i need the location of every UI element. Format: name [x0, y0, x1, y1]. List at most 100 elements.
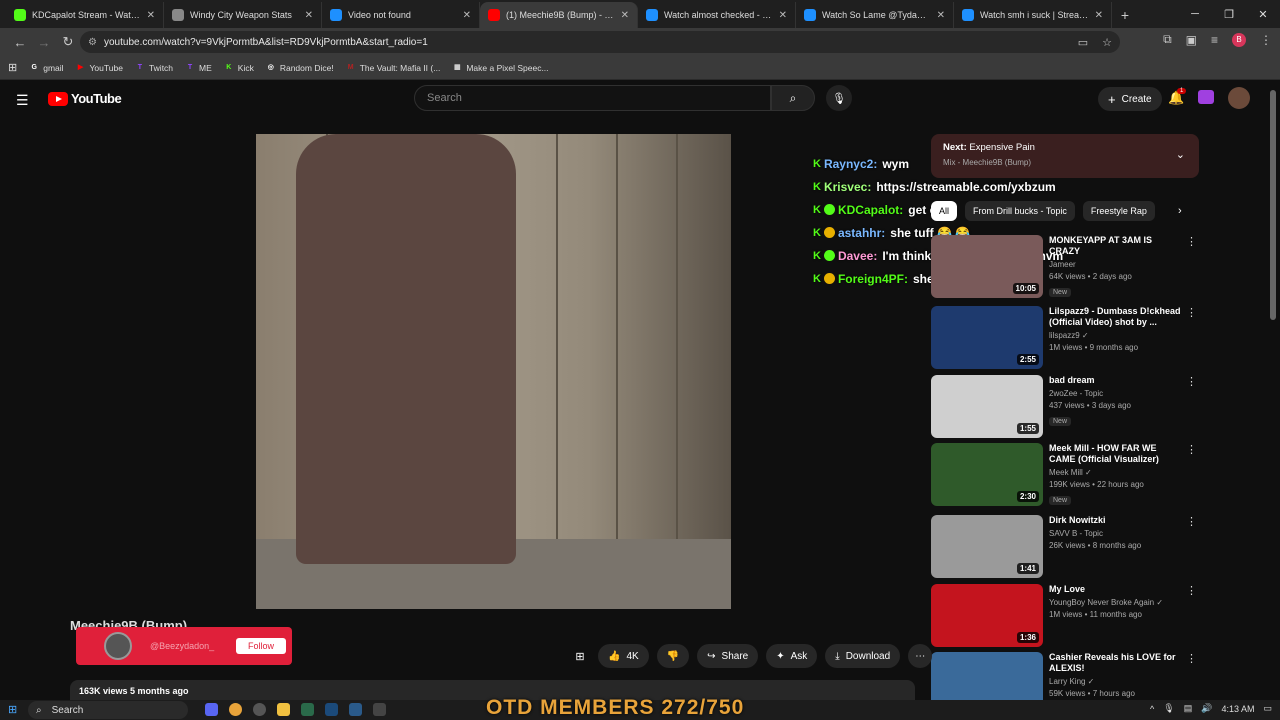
channel-name[interactable]: lilspazz9 ✓	[1049, 331, 1184, 340]
recommended-video[interactable]: 2:55 Lilspazz9 - Dumbass D!ckhead (Offic…	[931, 306, 1199, 370]
recommended-video[interactable]: 2:30 Meek Mill - HOW FAR WE CAME (Offici…	[931, 443, 1199, 507]
steam-alt-icon[interactable]	[349, 703, 362, 716]
video-thumbnail[interactable]: 1:55	[931, 375, 1043, 438]
studio-icon[interactable]	[1198, 90, 1214, 104]
channel-name[interactable]: Jameer	[1049, 260, 1184, 269]
video-thumbnail[interactable]: 10:05	[931, 235, 1043, 298]
more-options-icon[interactable]: ⋮	[1186, 652, 1197, 665]
recommended-video[interactable]: 1:41 Dirk Nowitzki SAVV B - Topic 26K vi…	[931, 515, 1199, 579]
clock-time[interactable]: 4:13 AM	[1221, 704, 1254, 714]
tray-chevron-icon[interactable]: ^	[1150, 704, 1154, 714]
dislike-button[interactable]: 👎	[656, 644, 690, 668]
video-thumbnail[interactable]: 1:41	[931, 515, 1043, 578]
url-field[interactable]: ⚙ youtube.com/watch?v=9VkjPormtbA&list=R…	[80, 31, 1120, 53]
recommended-video[interactable]: 1:36 My Love YoungBoy Never Broke Again …	[931, 584, 1199, 648]
youtube-logo[interactable]: YouTube	[48, 91, 122, 106]
bookmark-item[interactable]: M The Vault: Mafia II (...	[346, 63, 441, 73]
share-button[interactable]: ↪ Share	[697, 644, 759, 668]
channel-name[interactable]: YoungBoy Never Broke Again ✓	[1049, 598, 1184, 607]
close-tab-icon[interactable]: ✕	[937, 10, 945, 21]
browser-tab[interactable]: Watch almost checked - ray | Streamable ✕	[638, 2, 796, 28]
browser-tab[interactable]: KDCapalot Stream - Watch Live ✕	[6, 2, 164, 28]
bookmark-item[interactable]: ▦ Make a Pixel Speec...	[452, 63, 549, 73]
extensions-icon[interactable]: ⧉	[1163, 32, 1172, 47]
close-window-button[interactable]: ✕	[1246, 0, 1280, 28]
filter-chip[interactable]: All	[931, 201, 958, 221]
voice-search-button[interactable]: 🎙	[826, 85, 852, 111]
recommended-video[interactable]: 10:05 MONKEYAPP AT 3AM IS CRAZY Jameer 6…	[931, 235, 1199, 299]
ask-button[interactable]: ✦ Ask	[766, 644, 818, 668]
pin-icon[interactable]	[373, 703, 386, 716]
network-icon[interactable]: ▤	[1184, 703, 1193, 714]
close-tab-icon[interactable]: ✕	[621, 10, 629, 21]
channel-name[interactable]: Meek Mill ✓	[1049, 468, 1184, 477]
video-title[interactable]: Cashier Reveals his LOVE for ALEXIS!	[1049, 652, 1184, 674]
sidepanel-icon[interactable]: ▣	[1186, 33, 1197, 47]
more-options-icon[interactable]: ⋮	[1186, 375, 1197, 388]
filter-chip[interactable]: From Drill bucks - Topic	[965, 201, 1075, 221]
recommended-video[interactable]: 1:55 bad dream 2woZee - Topic 437 views …	[931, 375, 1199, 439]
clock-icon[interactable]	[253, 703, 266, 716]
video-title[interactable]: MONKEYAPP AT 3AM IS CRAZY	[1049, 235, 1184, 257]
account-avatar[interactable]	[1228, 87, 1250, 109]
filter-chip[interactable]: Freestyle Rap	[1082, 201, 1155, 221]
folder-icon[interactable]	[277, 703, 290, 716]
windows-start-icon[interactable]: ⊞	[8, 703, 17, 716]
more-options-icon[interactable]: ⋮	[1186, 584, 1197, 597]
cast-icon[interactable]: ▭	[1078, 36, 1088, 49]
scrollbar[interactable]	[1270, 90, 1276, 320]
more-options-icon[interactable]: ⋮	[1186, 306, 1197, 319]
profile-avatar[interactable]: B	[1232, 32, 1246, 47]
search-button[interactable]: ⌕	[771, 85, 815, 111]
bookmark-item[interactable]: ◎ Random Dice!	[266, 63, 334, 73]
video-player[interactable]	[256, 134, 731, 609]
create-button[interactable]: + Create	[1098, 87, 1162, 111]
apps-grid-icon[interactable]: ⊞	[8, 61, 17, 74]
browser-tab[interactable]: Windy City Weapon Stats ✕	[164, 2, 322, 28]
browser-menu-icon[interactable]: ⋮	[1260, 33, 1272, 47]
bookmark-item[interactable]: K Kick	[224, 63, 254, 73]
video-thumbnail[interactable]: 2:55	[931, 306, 1043, 369]
new-tab-button[interactable]: +	[1112, 2, 1138, 28]
video-title[interactable]: Dirk Nowitzki	[1049, 515, 1184, 526]
forward-button[interactable]: →	[32, 35, 56, 50]
browser-tab[interactable]: (1) Meechie9B (Bump) - YouTube ✕	[480, 2, 638, 28]
chevron-right-icon[interactable]: ›	[1178, 205, 1182, 217]
browser-tab[interactable]: Watch smh i suck | Streamable ✕	[954, 2, 1112, 28]
video-title[interactable]: bad dream	[1049, 375, 1184, 386]
more-options-icon[interactable]: ⋮	[1186, 443, 1197, 456]
chrome-icon[interactable]	[229, 703, 242, 716]
like-button[interactable]: 👍 4K	[598, 644, 649, 668]
bookmark-item[interactable]: ▶ YouTube	[76, 63, 123, 73]
clip-grid-icon[interactable]: ⊞	[570, 644, 590, 668]
bookmark-star-icon[interactable]: ☆	[1102, 36, 1112, 49]
channel-name[interactable]: 2woZee - Topic	[1049, 389, 1184, 398]
reload-button[interactable]: ↻	[56, 34, 80, 50]
volume-icon[interactable]: 🔊	[1201, 703, 1212, 714]
mic-tray-icon[interactable]: 🎙	[1163, 703, 1174, 714]
back-button[interactable]: ←	[8, 35, 32, 50]
media-icon[interactable]: ≡	[1211, 33, 1218, 47]
chevron-down-icon[interactable]: ⌄	[1176, 148, 1185, 161]
up-next-box[interactable]: Next: Expensive Pain Mix - Meechie9B (Bu…	[931, 134, 1199, 178]
search-input[interactable]: Search	[414, 85, 771, 111]
video-title[interactable]: My Love	[1049, 584, 1184, 595]
follow-button[interactable]: Follow	[236, 638, 287, 654]
more-actions-button[interactable]: ⋯	[908, 644, 933, 668]
close-tab-icon[interactable]: ✕	[463, 10, 471, 21]
bookmark-item[interactable]: T ME	[185, 63, 212, 73]
bookmark-item[interactable]: Ggmail	[29, 63, 63, 73]
browser-tab[interactable]: Video not found ✕	[322, 2, 480, 28]
video-thumbnail[interactable]: 2:30	[931, 443, 1043, 506]
close-tab-icon[interactable]: ✕	[1095, 10, 1103, 21]
restore-button[interactable]: ❐	[1212, 0, 1246, 28]
video-title[interactable]: Lilspazz9 - Dumbass D!ckhead (Official V…	[1049, 306, 1184, 328]
bookmark-item[interactable]: T Twitch	[135, 63, 173, 73]
site-info-icon[interactable]: ⚙	[88, 37, 97, 48]
steam-icon[interactable]	[325, 703, 338, 716]
channel-name[interactable]: Larry King ✓	[1049, 677, 1184, 686]
browser-tab[interactable]: Watch So Lame @Tydaghost | Streamable ✕	[796, 2, 954, 28]
close-tab-icon[interactable]: ✕	[779, 10, 787, 21]
minimize-button[interactable]: ─	[1178, 0, 1212, 28]
notifications-tray-icon[interactable]: ▭	[1263, 703, 1272, 714]
